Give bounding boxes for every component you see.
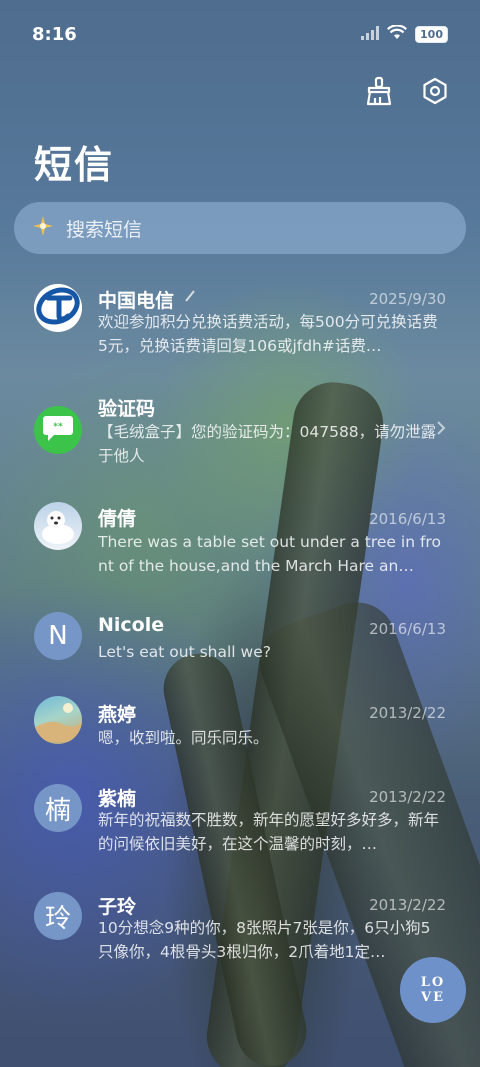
- fab-label-line1: LO: [420, 975, 446, 990]
- message-preview: 【毛绒盒子】您的验证码为：047588，请勿泄露于他人: [98, 423, 437, 465]
- message-preview: There was a table set out under a tree i…: [98, 533, 441, 575]
- contact-name: Nicole: [98, 614, 165, 636]
- signal-icon: [361, 25, 380, 44]
- search-placeholder: 搜索短信: [66, 218, 143, 241]
- conversation-item[interactable]: 倩倩 2016/6/13 There was a table set out u…: [0, 502, 480, 602]
- conversation-item[interactable]: 中国电信 2025/9/30 欢迎参加积分兑换话费活动，每500分可兑换话费5元…: [0, 280, 480, 380]
- clean-button[interactable]: [362, 76, 396, 110]
- fab-label-line2: VE: [421, 990, 445, 1005]
- love-fab-button[interactable]: LO VE: [400, 957, 466, 1023]
- page-title: 短信: [34, 143, 115, 187]
- message-date: 2025/9/30: [369, 290, 446, 308]
- settings-hexagon-icon: [421, 77, 449, 109]
- status-bar: 8:16 100: [0, 0, 480, 68]
- message-date: 2016/6/13: [369, 620, 446, 638]
- settings-button[interactable]: [418, 76, 452, 110]
- avatar: 玲: [34, 892, 82, 940]
- conversation-item[interactable]: N Nicole 2016/6/13 Let's eat out shall w…: [0, 612, 480, 692]
- contact-name: 子玲: [98, 896, 137, 918]
- avatar: [34, 284, 82, 332]
- message-preview: 10分想念9种的你，8张照片7张是你，6只小狗5只像你，4根骨头3根归你，2爪着…: [98, 919, 431, 961]
- message-preview: 嗯，收到啦。同乐同乐。: [98, 729, 269, 747]
- avatar: 楠: [34, 784, 82, 832]
- search-sparkle-icon: [32, 215, 54, 241]
- landscape-photo-icon: [34, 696, 82, 744]
- svg-text:**: **: [53, 422, 63, 432]
- conversation-item[interactable]: 楠 紫楠 2013/2/22 新年的祝福数不胜数，新年的愿望好多好多，新年的问候…: [0, 784, 480, 884]
- message-preview: Let's eat out shall we?: [98, 643, 271, 661]
- avatar: [34, 502, 82, 550]
- contact-name: 燕婷: [98, 704, 137, 726]
- message-date: 2013/2/22: [369, 896, 446, 914]
- pencil-icon: [184, 288, 196, 307]
- avatar: **: [34, 406, 82, 454]
- status-icons: 100: [361, 23, 448, 44]
- contact-name: 紫楠: [98, 788, 137, 810]
- status-time: 8:16: [32, 23, 77, 45]
- message-preview: 欢迎参加积分兑换话费活动，每500分可兑换话费5元，兑换话费请回复106或jfd…: [98, 313, 438, 355]
- contact-name: 验证码: [98, 398, 156, 420]
- wifi-icon: [387, 23, 408, 44]
- message-date: 2013/2/22: [369, 788, 446, 806]
- message-date: 2016/6/13: [369, 510, 446, 528]
- top-actions: [362, 76, 452, 110]
- broom-icon: [365, 76, 393, 110]
- contact-name: 倩倩: [98, 508, 137, 530]
- chevron-right-icon: [436, 420, 446, 440]
- message-preview: 新年的祝福数不胜数，新年的愿望好多好多，新年的问候依旧美好，在这个温馨的时刻，…: [98, 811, 440, 853]
- contact-name: 中国电信: [98, 290, 175, 312]
- avatar: [34, 696, 82, 744]
- china-telecom-logo-icon: [34, 284, 82, 332]
- conversation-item[interactable]: 燕婷 2013/2/22 嗯，收到啦。同乐同乐。: [0, 696, 480, 776]
- search-bar[interactable]: 搜索短信: [14, 202, 466, 254]
- battery-indicator: 100: [415, 25, 448, 43]
- polar-bear-icon: [34, 502, 82, 550]
- conversation-item[interactable]: ** 验证码 【毛绒盒子】您的验证码为：047588，请勿泄露于他人: [0, 390, 480, 490]
- avatar: N: [34, 612, 82, 660]
- message-date: 2013/2/22: [369, 704, 446, 722]
- message-bubble-icon: **: [42, 414, 74, 446]
